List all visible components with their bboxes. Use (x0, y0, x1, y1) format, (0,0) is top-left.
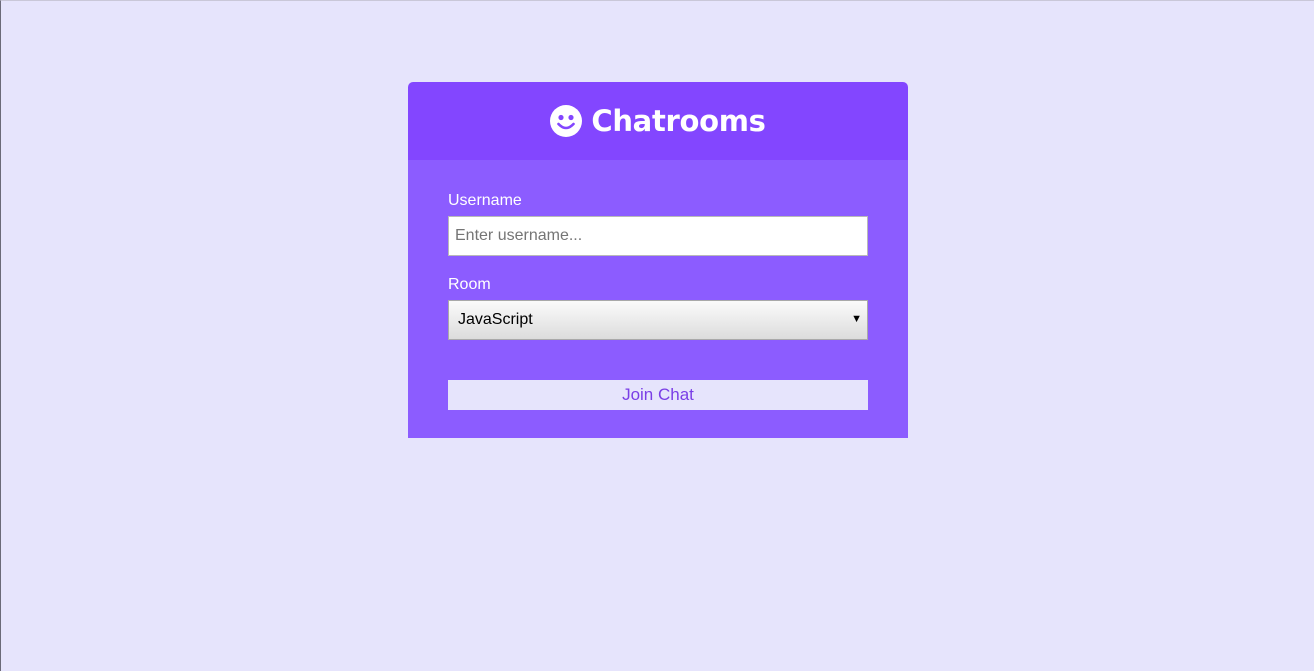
dropdown-arrow-icon: ▼ (851, 313, 862, 325)
join-form: Username Room JavaScript ▼ Join Chat (408, 160, 908, 438)
room-select[interactable]: JavaScript ▼ (448, 300, 868, 340)
room-label: Room (448, 276, 491, 293)
username-label: Username (448, 192, 522, 209)
join-container: Chatrooms Username Room JavaScript ▼ Joi… (408, 82, 908, 438)
room-select-value: JavaScript (458, 311, 533, 328)
join-header: Chatrooms (408, 82, 908, 160)
join-chat-button[interactable]: Join Chat (448, 380, 868, 410)
smile-icon (550, 105, 583, 137)
room-form-control: Room JavaScript ▼ (448, 276, 868, 340)
username-form-control: Username (448, 192, 868, 256)
username-input[interactable] (448, 216, 868, 256)
page-title: Chatrooms (591, 104, 766, 138)
